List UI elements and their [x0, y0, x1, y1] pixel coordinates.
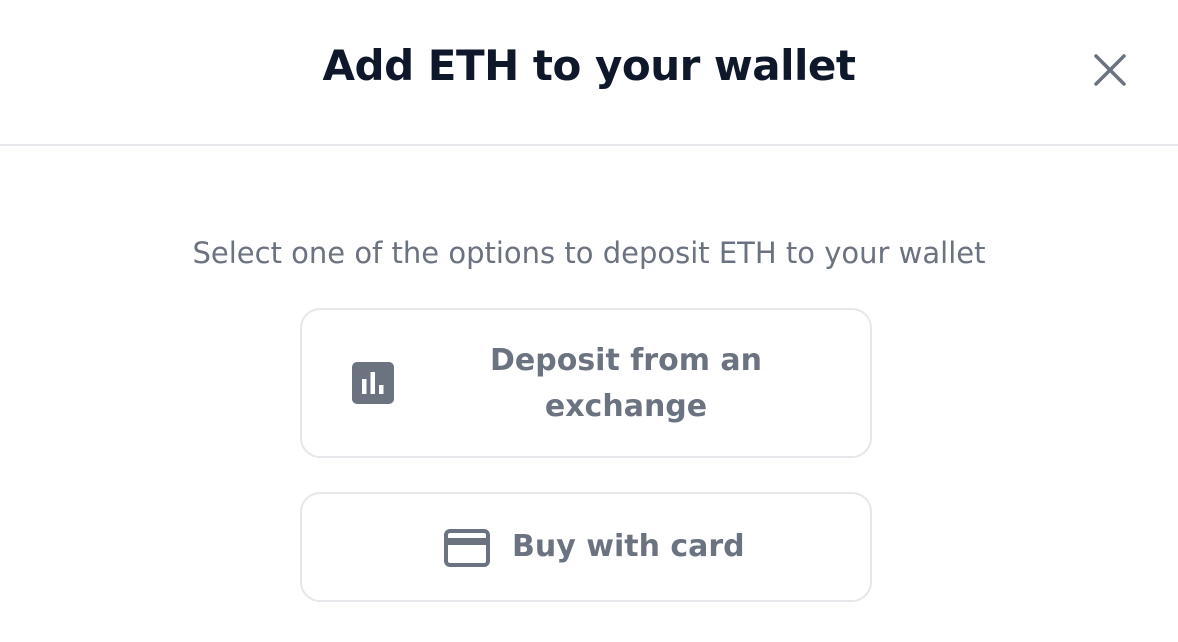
modal-title: Add ETH to your wallet [322, 41, 856, 90]
close-icon [1094, 54, 1126, 86]
deposit-from-exchange-button[interactable]: Deposit from an exchange [300, 308, 872, 458]
buy-with-card-label: Buy with card [512, 529, 745, 564]
add-eth-modal: Add ETH to your wallet Select one of the… [0, 0, 1178, 642]
modal-subtitle: Select one of the options to deposit ETH… [192, 236, 986, 270]
buy-with-card-button[interactable]: Buy with card [300, 492, 872, 602]
modal-header: Add ETH to your wallet [0, 0, 1178, 146]
close-button[interactable] [1086, 46, 1134, 94]
credit-card-icon [444, 529, 490, 567]
bar-chart-icon [352, 362, 394, 404]
deposit-from-exchange-label: Deposit from an exchange [489, 343, 763, 424]
